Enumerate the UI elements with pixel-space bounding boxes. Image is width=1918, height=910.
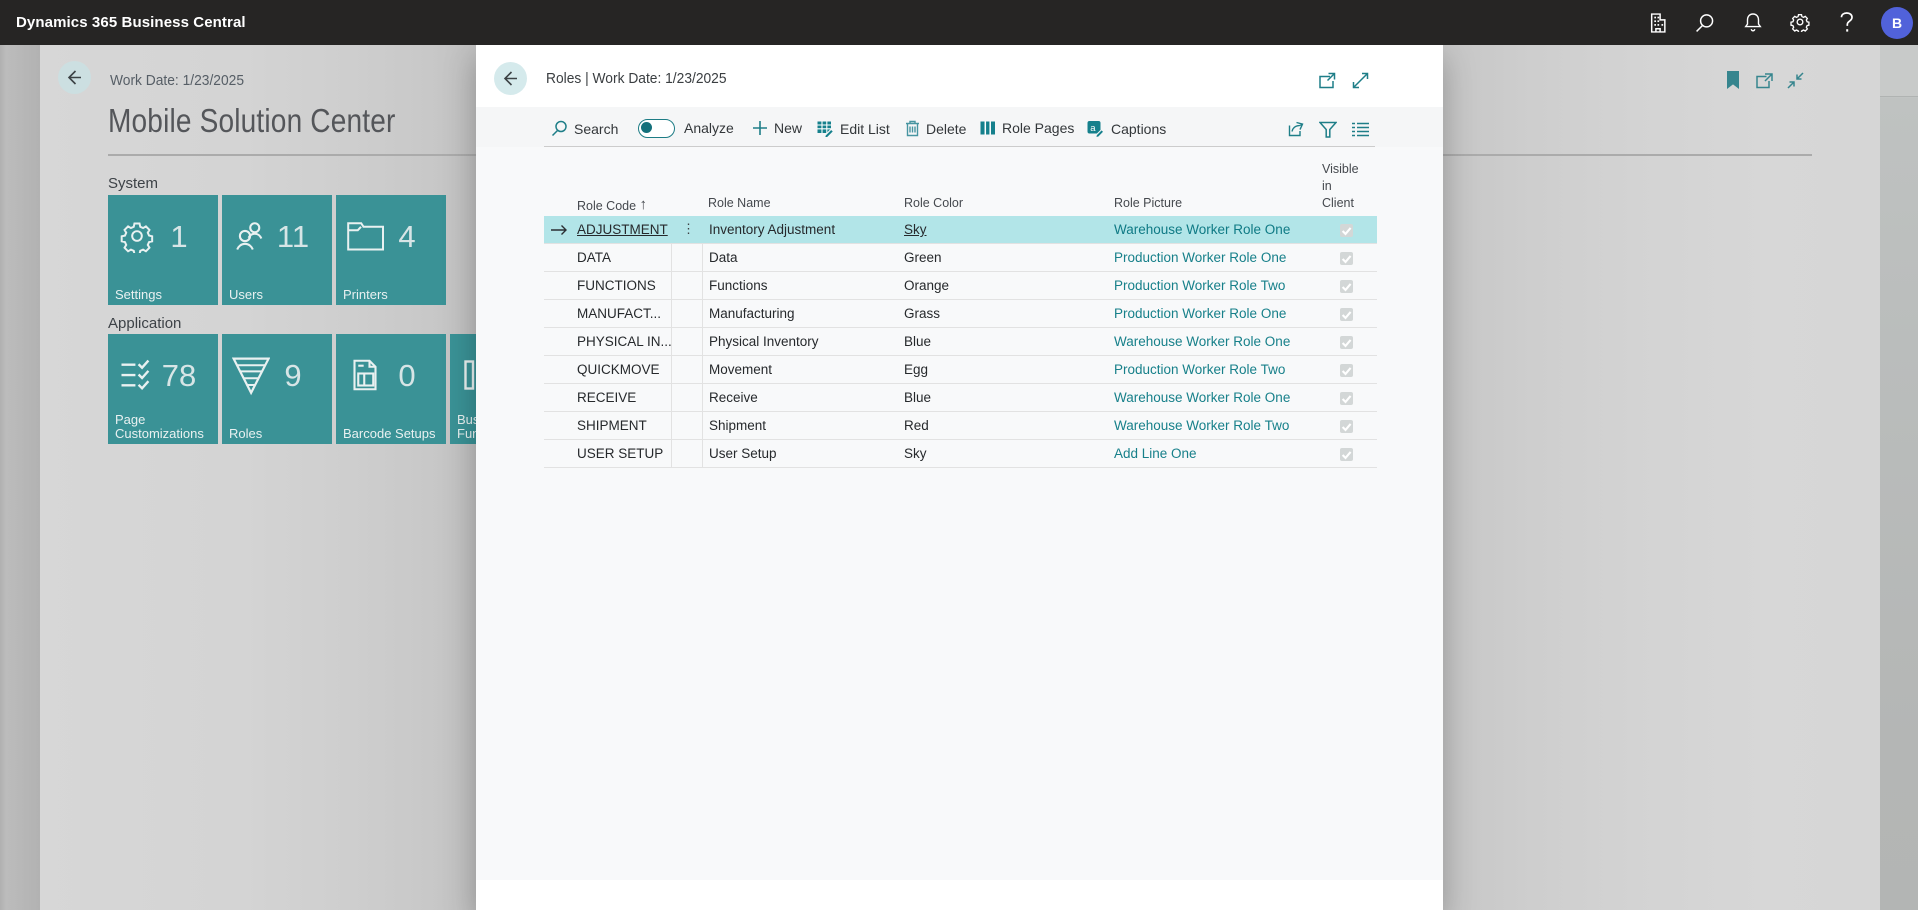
svg-text:a: a <box>1090 123 1096 134</box>
